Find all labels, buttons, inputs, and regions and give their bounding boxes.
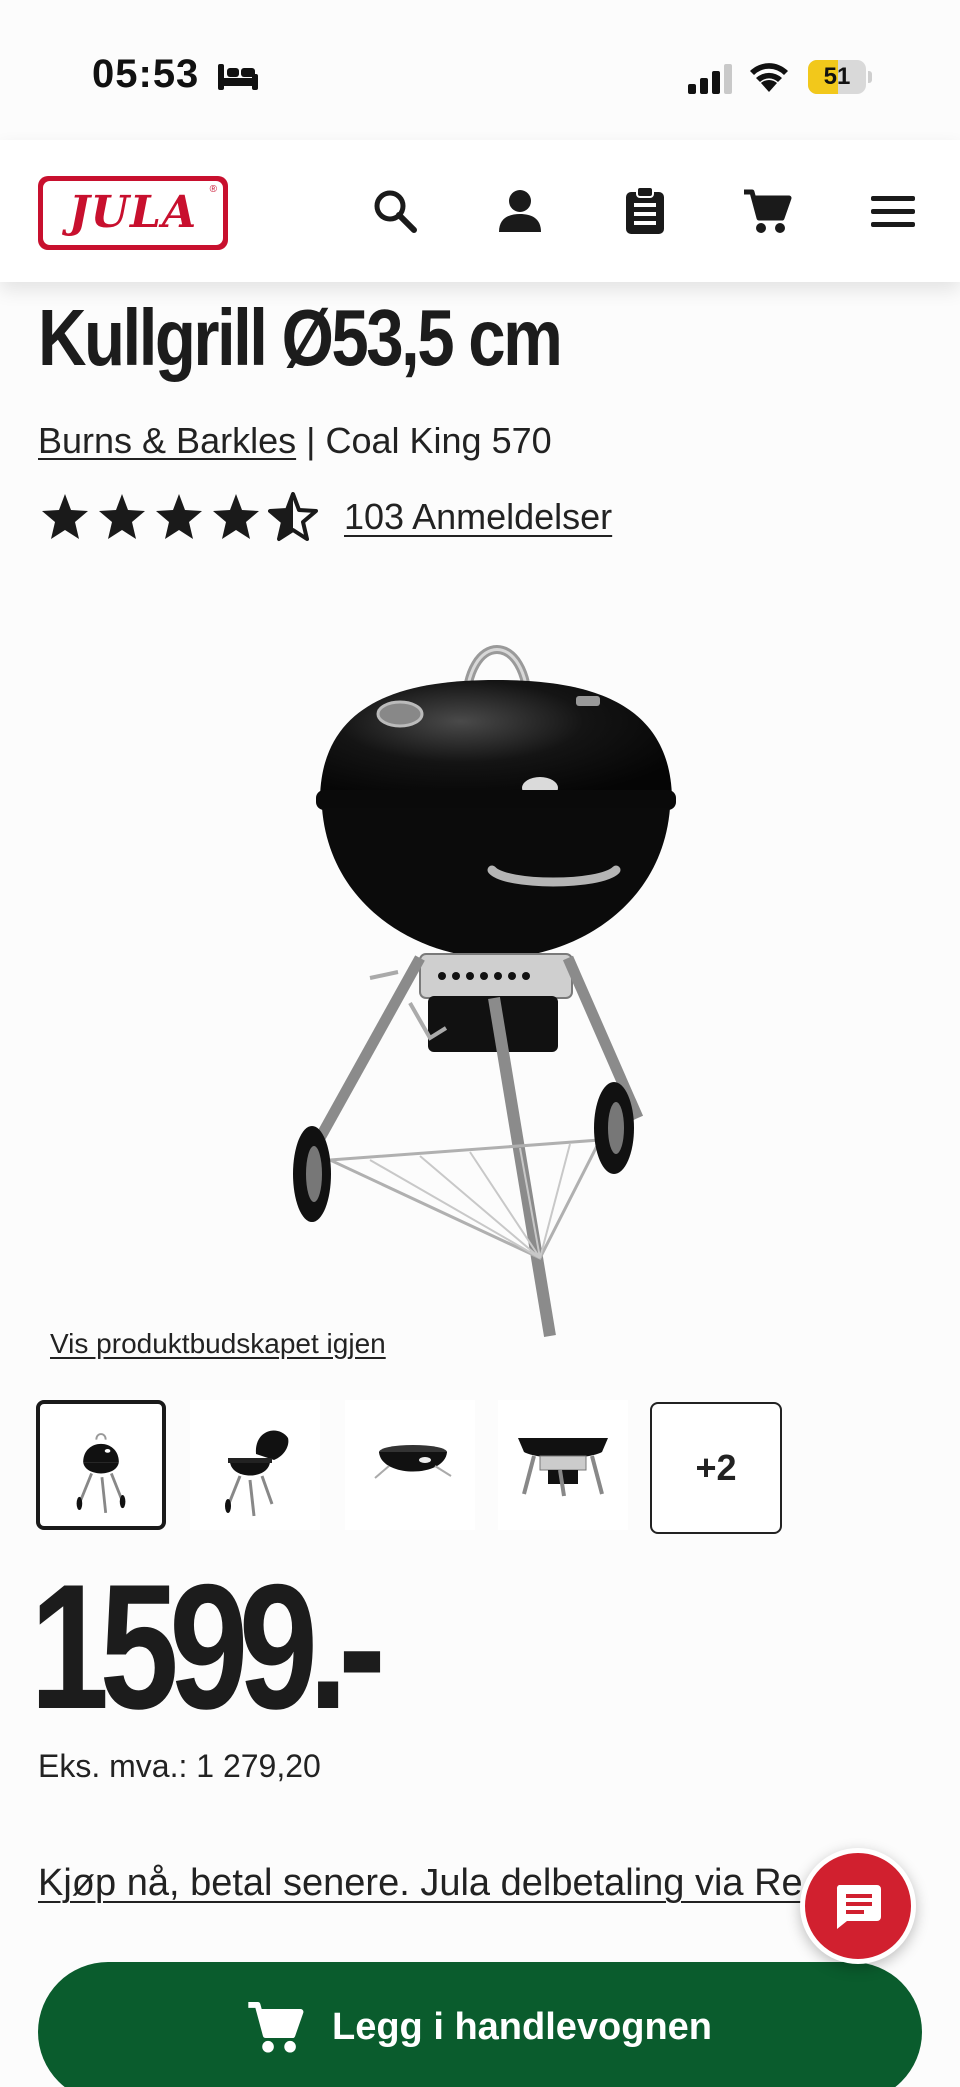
thumbnail-more-button[interactable]: +2 (650, 1402, 782, 1534)
add-to-cart-button[interactable]: Legg i handlevognen (38, 1962, 922, 2087)
brand-line: Burns & Barkles | Coal King 570 (38, 420, 552, 462)
grill-front-thumb-icon (76, 1433, 126, 1514)
logo-registered-mark: ® (209, 184, 217, 195)
thumbnail-grill-detail[interactable] (498, 1400, 628, 1530)
grill-bowl-thumb-icon (374, 1445, 452, 1479)
star-full-icon (213, 494, 259, 539)
chat-button[interactable] (800, 1848, 916, 1964)
thumbnail-more-label: +2 (695, 1447, 737, 1488)
vat-value: 1 279,20 (196, 1748, 321, 1784)
jula-logo[interactable]: JULA ® (38, 176, 228, 250)
account-icon[interactable] (495, 186, 545, 236)
star-full-icon (42, 494, 88, 539)
logo-inner: JULA ® (43, 181, 223, 245)
rating-row[interactable]: 103 Anmeldelser (40, 492, 660, 548)
battery-cap (868, 71, 872, 83)
battery-level: 51 (823, 63, 851, 90)
thumbnail-grill-lid-open[interactable] (190, 1400, 320, 1530)
brand-link[interactable]: Burns & Barkles (38, 420, 296, 461)
logo-text: JULA (68, 187, 198, 238)
star-full-icon (99, 494, 145, 539)
financing-link[interactable]: Kjøp nå, betal senere. Jula delbetaling … (38, 1862, 818, 1905)
cellular-signal-icon (688, 64, 732, 94)
status-time: 05:53 (92, 52, 200, 96)
product-page: 05:53 51 JULA ® Kullgrill Ø53,5 cm Burns… (0, 0, 960, 2087)
wifi-icon (750, 63, 788, 92)
shopping-list-icon[interactable] (620, 186, 670, 236)
battery-indicator: 51 (808, 60, 872, 94)
chat-icon (836, 1885, 881, 1929)
product-price: 1599.- (30, 1547, 386, 1746)
thumbnail-grill-front[interactable] (36, 1400, 166, 1530)
star-full-icon (156, 494, 202, 539)
vat-label: Eks. mva.: (38, 1748, 188, 1784)
product-video-link[interactable]: Vis produktbudskapet igjen (50, 1328, 386, 1360)
product-title: Kullgrill Ø53,5 cm (38, 293, 563, 382)
battery-body: 51 (808, 60, 866, 94)
product-model: Coal King 570 (325, 420, 552, 461)
menu-icon[interactable] (868, 186, 918, 236)
sleep-focus-icon (218, 64, 258, 90)
search-icon[interactable] (370, 186, 420, 236)
add-to-cart-label: Legg i handlevognen (332, 2006, 713, 2048)
site-header: JULA ® (0, 140, 960, 282)
cart-icon (248, 2002, 304, 2053)
grill-lid-open-thumb-icon (225, 1430, 289, 1517)
grill-detail-thumb-icon (518, 1438, 608, 1497)
star-half-icon (268, 492, 318, 541)
reviews-link[interactable]: 103 Anmeldelser (344, 496, 612, 538)
product-image[interactable] (270, 618, 690, 1348)
thumbnail-grill-bowl[interactable] (345, 1400, 475, 1530)
status-bar: 05:53 51 (0, 0, 960, 140)
vat-line: Eks. mva.: 1 279,20 (38, 1748, 321, 1785)
brand-separator: | (296, 420, 326, 461)
cart-icon[interactable] (742, 186, 792, 236)
